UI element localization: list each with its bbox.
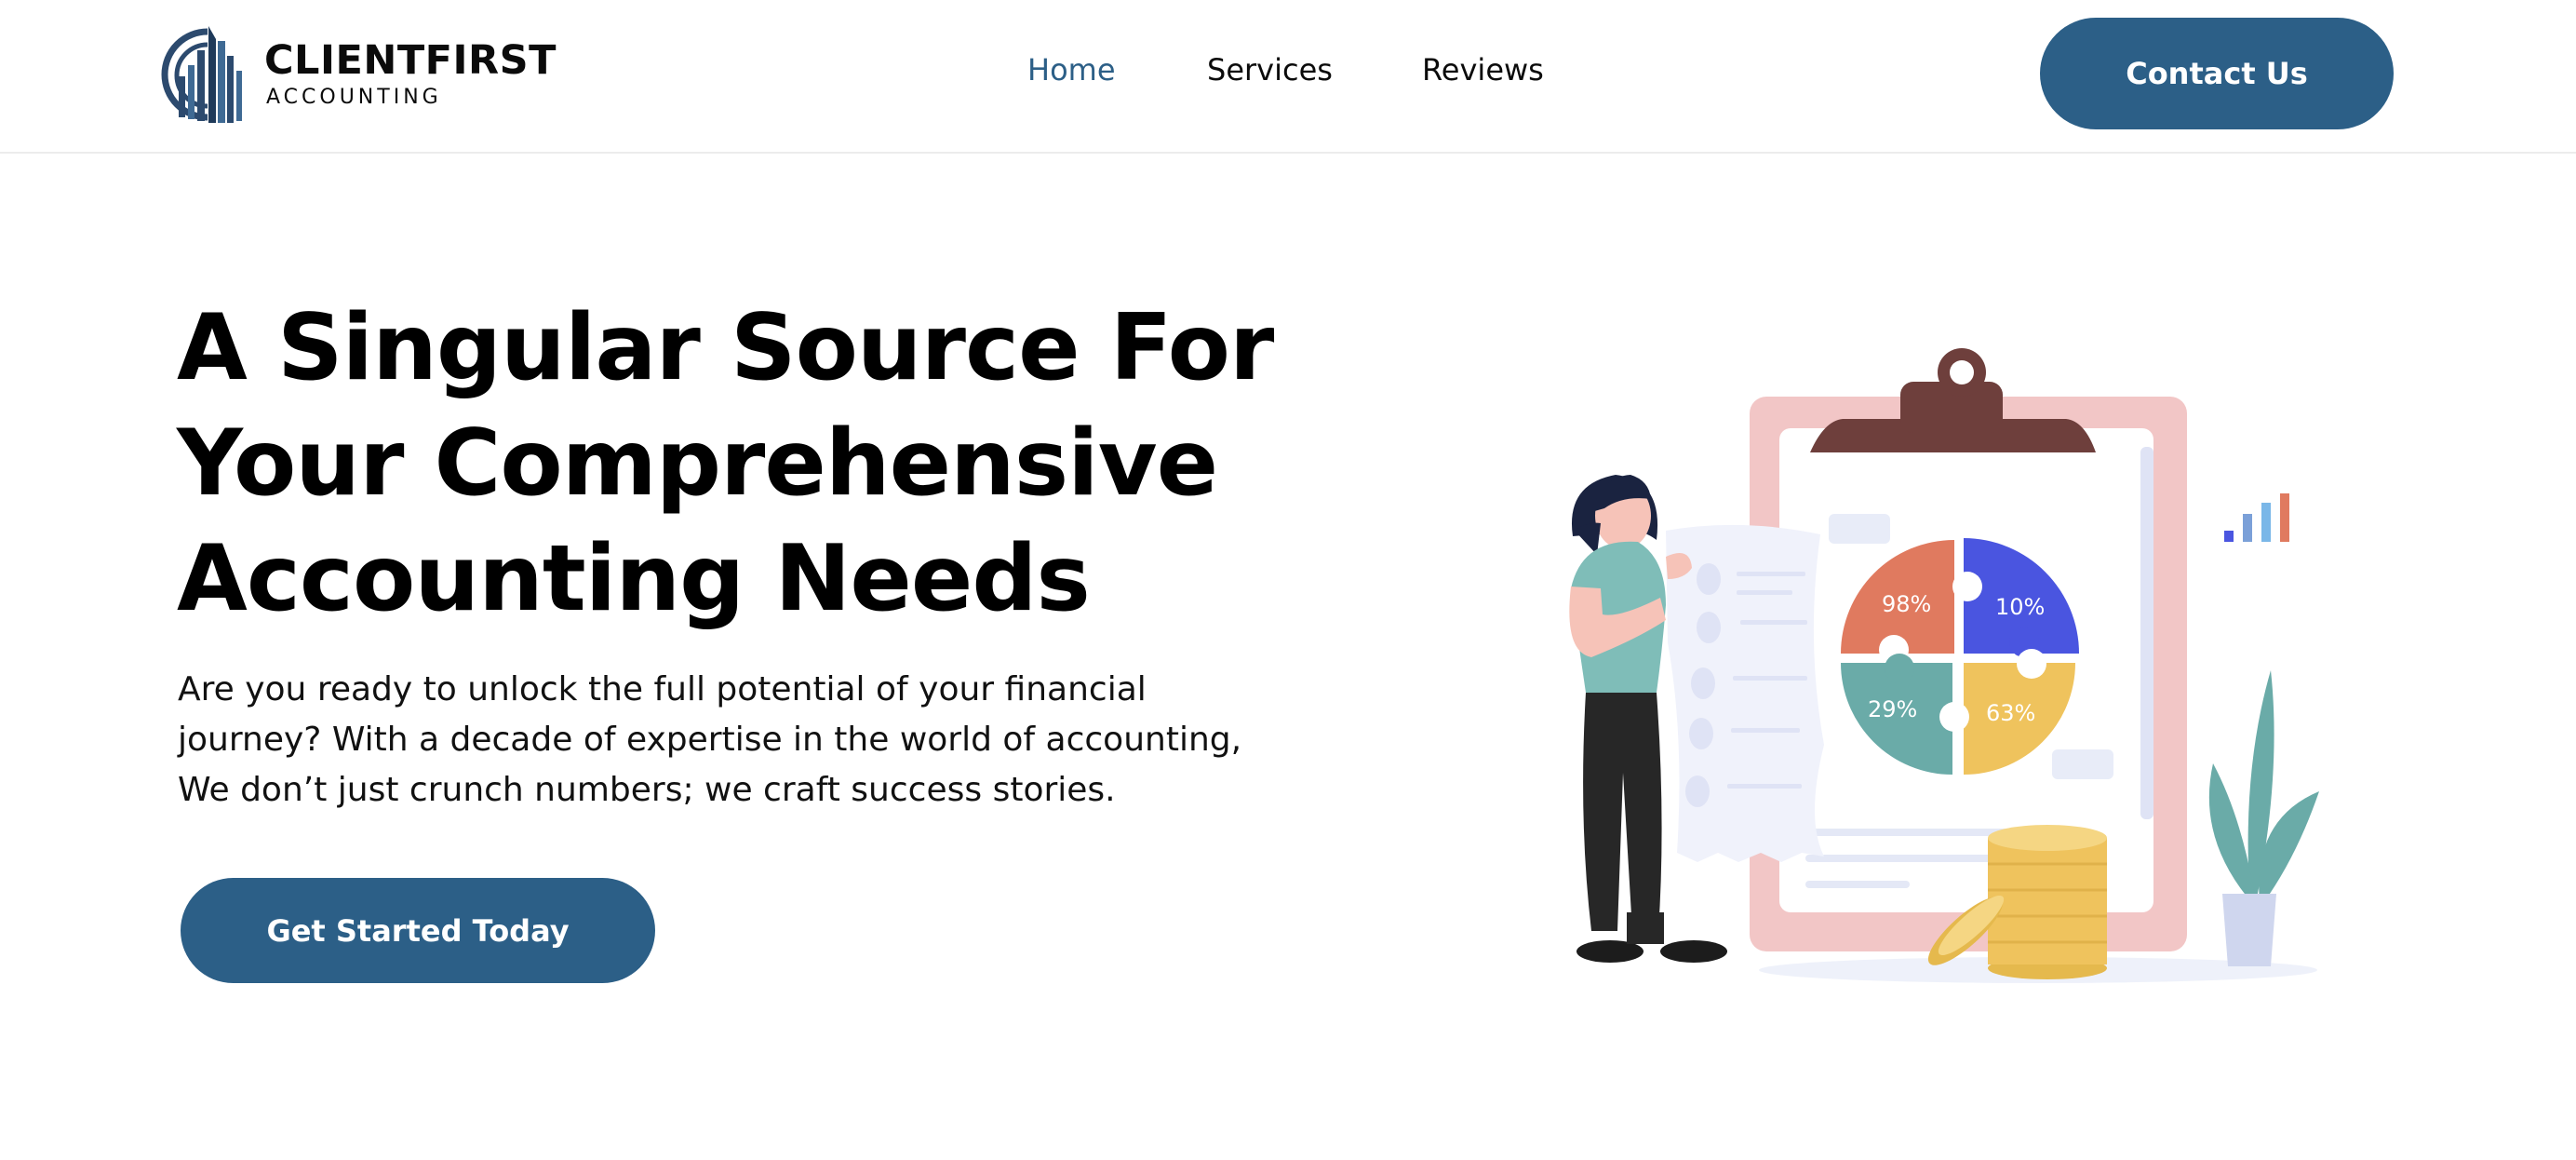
building-logo-icon: [161, 26, 242, 123]
hero-description: Are you ready to unlock the full potenti…: [178, 665, 1443, 816]
hero-description-line: We don’t just crunch numbers; we craft s…: [178, 771, 1116, 809]
accounting-illustration: 98% 10% 29% 63%: [1569, 348, 2319, 983]
plant-icon: [2208, 670, 2319, 966]
nav-reviews-link[interactable]: Reviews: [1422, 52, 1544, 88]
pie-label-29: 29%: [1868, 696, 1917, 722]
hero-title-line: Accounting Needs: [177, 526, 1091, 632]
bar-chart-icon: [2224, 493, 2289, 542]
nav-home-link[interactable]: Home: [1027, 52, 1116, 88]
brand-name: CLIENTFIRST: [264, 37, 557, 84]
brand-subtitle: ACCOUNTING: [266, 86, 442, 109]
hero-title: A Singular Source For Your Comprehensive…: [177, 290, 1387, 637]
hero-title-line: A Singular Source For: [177, 295, 1274, 401]
pie-label-10: 10%: [1995, 594, 2045, 620]
hero-description-line: Are you ready to unlock the full potenti…: [178, 670, 1147, 708]
hero-title-line: Your Comprehensive: [177, 411, 1218, 517]
get-started-button[interactable]: Get Started Today: [181, 878, 655, 983]
brand-logo[interactable]: CLIENTFIRST ACCOUNTING: [158, 13, 556, 127]
site-header: CLIENTFIRST ACCOUNTING Home Services Rev…: [0, 0, 2576, 154]
pie-label-98: 98%: [1882, 591, 1931, 617]
hero-description-line: journey? With a decade of expertise in t…: [178, 721, 1242, 759]
nav-services-link[interactable]: Services: [1207, 52, 1333, 88]
pie-label-63: 63%: [1986, 700, 2035, 726]
contact-us-button[interactable]: Contact Us: [2040, 18, 2394, 129]
